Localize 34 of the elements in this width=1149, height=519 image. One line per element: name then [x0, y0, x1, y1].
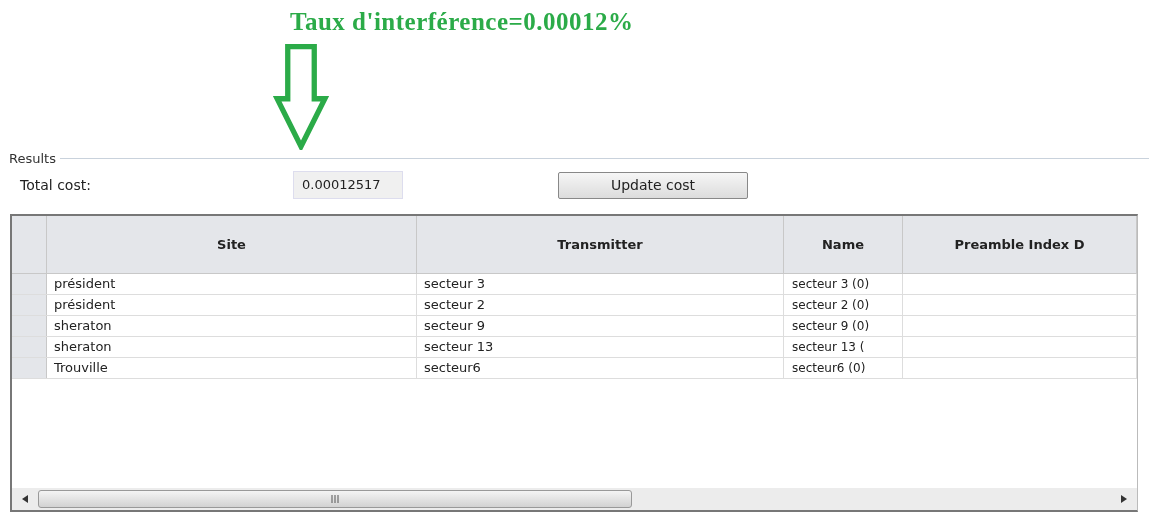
annotation-title: Taux d'interférence=0.00012% [290, 8, 635, 36]
down-arrow-icon [270, 44, 332, 150]
table-cell: secteur 3 (0) [792, 277, 870, 291]
scrollbar-thumb[interactable] [38, 490, 632, 508]
scroll-right-icon[interactable] [1121, 495, 1127, 503]
table-cell: secteur 9 (0) [792, 319, 870, 333]
table-cell: secteur 9 [424, 318, 485, 333]
table-cell: secteur6 (0) [792, 361, 866, 375]
table-cell: secteur 13 [424, 339, 494, 354]
table-cell: secteur 2 (0) [792, 298, 870, 312]
table-cell: secteur 13 ( [792, 340, 865, 354]
results-legend: Results [9, 150, 56, 166]
column-header[interactable]: Site [47, 216, 417, 273]
table-cell: Trouville [54, 360, 108, 375]
column-header[interactable]: Preamble Index D [903, 216, 1137, 273]
row-header[interactable] [12, 337, 47, 357]
row-header[interactable] [12, 295, 47, 315]
total-cost-field[interactable]: 0.00012517 [293, 171, 403, 199]
table-cell: président [54, 276, 116, 291]
total-cost-label: Total cost: [20, 177, 92, 193]
row-header[interactable] [12, 358, 47, 378]
table-cell: sheraton [54, 339, 112, 354]
column-header[interactable]: Transmitter [417, 216, 784, 273]
column-header[interactable]: Name [784, 216, 903, 273]
table-cell: secteur 2 [424, 297, 485, 312]
update-cost-button[interactable]: Update cost [558, 171, 748, 199]
table-cell: secteur 3 [424, 276, 485, 291]
table-cell: secteur6 [424, 360, 481, 375]
table-cell: président [54, 297, 116, 312]
horizontal-scrollbar[interactable] [12, 488, 1137, 510]
row-header[interactable] [12, 274, 47, 294]
table-cell: sheraton [54, 318, 112, 333]
row-header[interactable] [12, 316, 47, 336]
scroll-left-icon[interactable] [22, 495, 28, 503]
